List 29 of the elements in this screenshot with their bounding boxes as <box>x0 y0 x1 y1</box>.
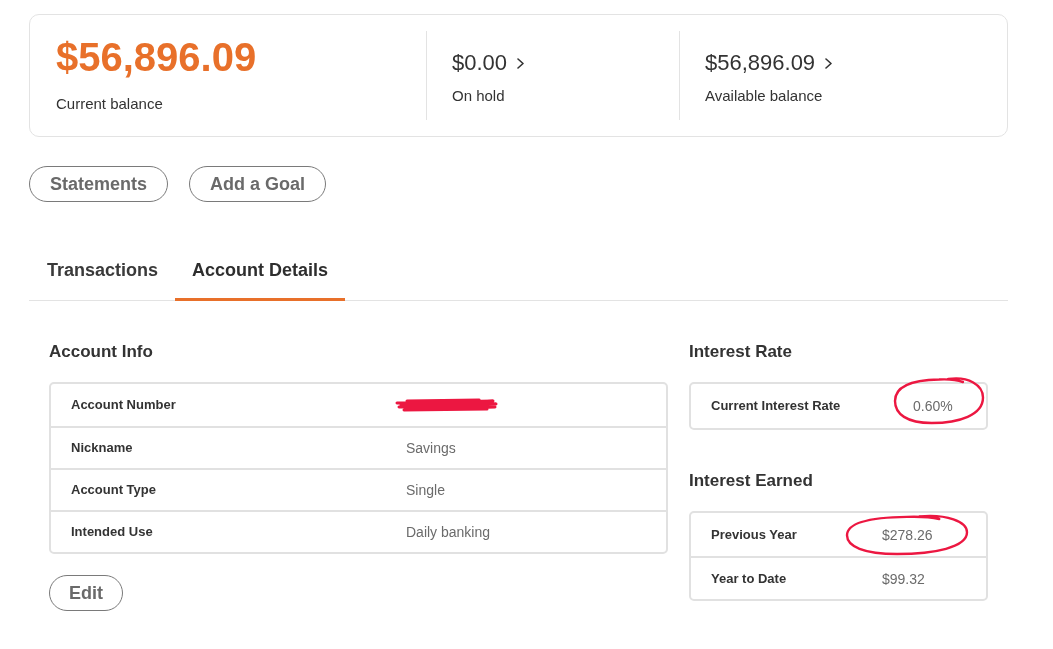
row-value: Savings <box>406 439 456 457</box>
row-label: Account Number <box>71 396 176 414</box>
row-label: Account Type <box>71 481 156 499</box>
action-button[interactable]: Add a Goal <box>189 166 327 202</box>
row-label: Nickname <box>71 439 133 457</box>
row-label: Year to Date <box>711 569 787 588</box>
chevron-right-icon <box>517 57 525 69</box>
row-value: Daily banking <box>406 523 491 541</box>
tab[interactable]: Account Details <box>175 239 346 301</box>
row-label: Previous Year <box>711 525 797 544</box>
amount-link[interactable]: $0.00 <box>452 49 525 77</box>
current-balance-amount: $56,896.09 <box>56 34 257 80</box>
row-value: $99.32 <box>882 569 925 588</box>
balance-label: On hold <box>452 86 505 106</box>
tab[interactable]: Transactions <box>30 239 176 301</box>
row-value: 0.60% <box>913 397 953 415</box>
action-button[interactable]: Statements <box>29 166 169 202</box>
row-label: Intended Use <box>71 523 153 541</box>
row-value: $278.26 <box>882 525 933 544</box>
section-heading: Interest Rate <box>689 341 792 363</box>
balance-label: Current balance <box>56 94 163 114</box>
section-heading: Interest Earned <box>689 470 813 492</box>
edit-button[interactable]: Edit <box>49 575 123 611</box>
row-value: Single <box>406 481 445 499</box>
balance-label: Available balance <box>705 86 823 106</box>
section-heading: Account Info <box>49 341 153 363</box>
chevron-right-icon <box>825 57 833 69</box>
amount-link[interactable]: $56,896.09 <box>705 49 833 77</box>
row-label: Current Interest Rate <box>711 397 841 415</box>
